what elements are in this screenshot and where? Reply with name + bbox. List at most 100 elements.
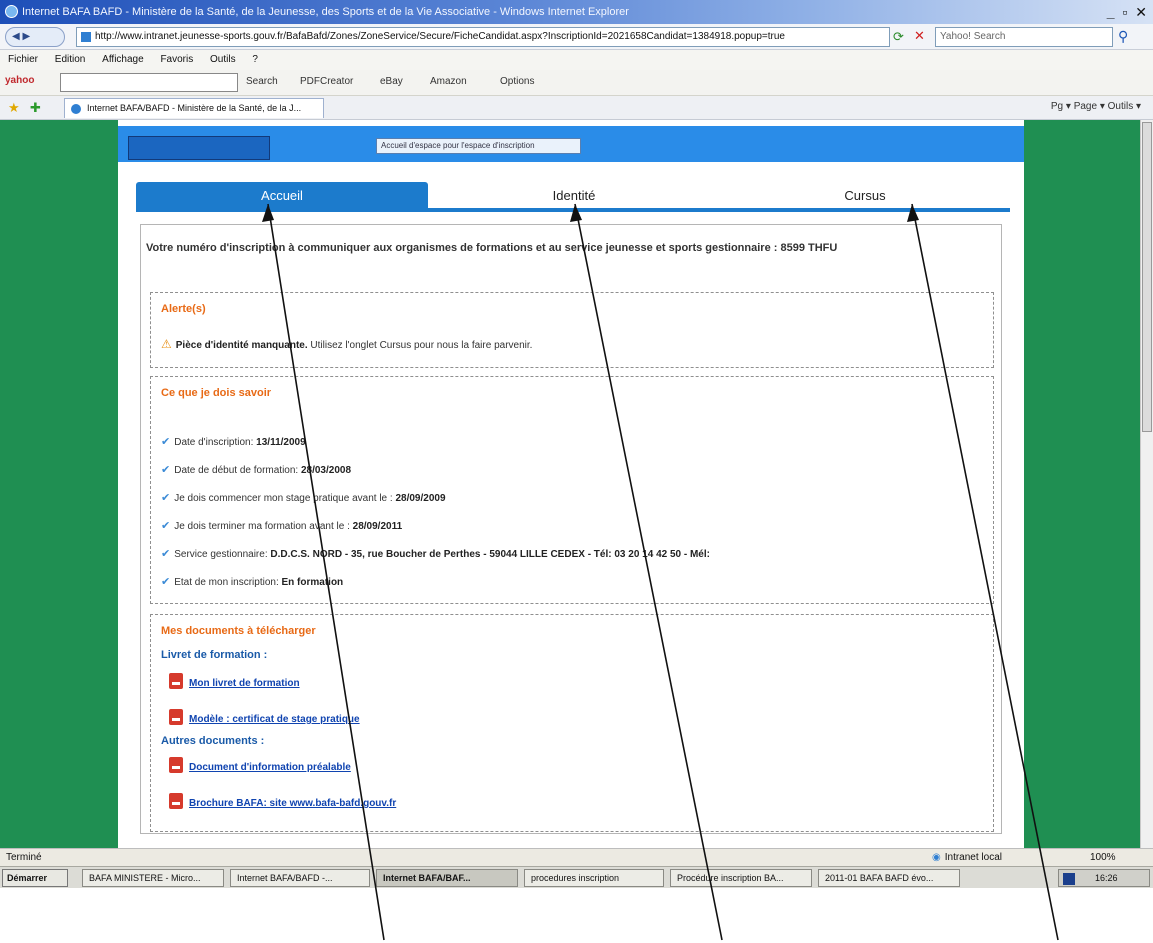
link-brochure-bafa[interactable]: Brochure BAFA: site www.bafa-bafd.gouv.f… [169,793,396,809]
info-etat: ✔ Etat de mon inscription: En formation [161,575,343,588]
security-zone: ◉ Intranet local [932,849,1002,866]
menu-favoris[interactable]: Favoris [160,54,193,65]
site-header: Accueil d'espace pour l'espace d'inscrip… [118,126,1024,162]
tab-favicon [71,104,81,114]
task-button-internet-bafa-1[interactable]: Internet BAFA/BAFD -... [230,869,370,887]
header-dropdown-value: Accueil d'espace pour l'espace d'inscrip… [381,141,535,150]
task-button-bafa-evolution[interactable]: 2011-01 BAFA BAFD évo... [818,869,960,887]
link-livret-formation[interactable]: Mon livret de formation [169,673,300,689]
search-input[interactable]: Yahoo! Search [935,27,1113,47]
alert-message-rest: Utilisez l'onglet Cursus pour nous la fa… [307,340,533,351]
info-date-inscription: ✔ Date d'inscription: 13/11/2009 [161,435,306,448]
link-certificat-stage[interactable]: Modèle : certificat de stage pratique [169,709,360,725]
alerts-box: Alerte(s) ⚠ Pièce d'identité manquante. U… [150,292,994,368]
task-button-bafa-ministere[interactable]: BAFA MINISTERE - Micro... [82,869,224,887]
menu-fichier[interactable]: Fichier [8,54,38,65]
pdf-icon [169,793,183,809]
url-text: http://www.intranet.jeunesse-sports.gouv… [95,31,785,42]
info-label: Date de début de formation: [174,465,301,476]
vertical-scrollbar[interactable] [1140,120,1153,848]
warning-icon: ⚠ [161,337,172,351]
back-forward-buttons[interactable]: ◀ ▶ [5,27,65,47]
search-icon[interactable]: ⚲ [1118,28,1128,45]
start-button[interactable]: Démarrer [2,869,68,887]
address-bar: ◀ ▶ http://www.intranet.jeunesse-sports.… [0,24,1153,50]
info-title: Ce que je dois savoir [161,387,272,399]
toolbar-search-button[interactable]: Search [246,76,278,87]
task-button-internet-bafa-2[interactable]: Internet BAFA/BAF... [376,869,518,887]
toolbar-ebay[interactable]: eBay [380,76,403,87]
toolbar-search-input[interactable] [60,73,238,92]
autres-section-title: Autres documents : [161,735,265,747]
refresh-icon[interactable]: ⟳ [893,29,904,45]
alert-message: ⚠ Pièce d'identité manquante. Utilisez l'… [161,337,532,351]
alert-message-bold: Pièce d'identité manquante. [175,340,308,351]
info-bullet-icon: ✔ [161,492,171,504]
info-formation-fin: ✔ Je dois terminer ma formation avant le … [161,519,402,532]
info-date-debut: ✔ Date de début de formation: 28/03/2008 [161,463,351,476]
info-bullet-icon: ✔ [161,548,171,560]
pdf-icon [169,709,183,725]
info-bullet-icon: ✔ [161,436,171,448]
livret-section-title: Livret de formation : [161,649,268,661]
menu-affichage[interactable]: Affichage [102,54,144,65]
link-text: Modèle : certificat de stage pratique [189,714,360,725]
info-label: Etat de mon inscription: [174,577,282,588]
header-logo-block [128,136,270,160]
internet-explorer-icon [5,5,18,18]
task-button-procedures[interactable]: procedures inscription [524,869,664,887]
link-text: Mon livret de formation [189,678,300,689]
favorites-star-icon[interactable]: ★ [8,100,20,116]
link-text: Document d'information préalable [189,762,351,773]
tray-app-icon[interactable] [1063,873,1075,885]
window-title: Internet BAFA BAFD - Ministère de la San… [22,6,629,18]
info-bullet-icon: ✔ [161,464,171,476]
menu-edition[interactable]: Edition [55,54,86,65]
info-value: 28/09/2011 [352,521,403,532]
window-titlebar: Internet BAFA BAFD - Ministère de la San… [0,0,1153,24]
info-label: Je dois commencer mon stage pratique ava… [174,493,396,504]
menu-outils[interactable]: Outils [210,54,236,65]
alerts-title: Alerte(s) [161,303,206,315]
stop-icon[interactable]: ✕ [914,28,925,44]
toolbar-amazon[interactable]: Amazon [430,76,467,87]
task-button-procedure-inscription[interactable]: Procédure inscription BA... [670,869,812,887]
menu-help[interactable]: ? [252,54,258,65]
header-dropdown[interactable]: Accueil d'espace pour l'espace d'inscrip… [376,138,581,154]
info-label: Je dois terminer ma formation avant le : [174,521,353,532]
window-controls[interactable]: _ ▫ ✕ [1107,0,1149,24]
yahoo-toolbar: yahoo Search PDFCreator eBay Amazon Opti… [0,70,1153,96]
info-bullet-icon: ✔ [161,576,171,588]
browser-tab-title: Internet BAFA/BAFD - Ministère de la San… [87,103,302,113]
pdf-icon [169,673,183,689]
info-box: Ce que je dois savoir ✔ Date d'inscriptio… [150,376,994,604]
info-label: Date d'inscription: [174,437,257,448]
menu-bar: Fichier Edition Affichage Favoris Outils… [0,50,1153,70]
info-value: D.D.C.S. NORD - 35, rue Boucher de Perth… [270,549,710,560]
info-bullet-icon: ✔ [161,520,171,532]
add-favorite-icon[interactable]: ✚ [30,100,41,116]
zoom-level[interactable]: 100% [1090,849,1116,866]
command-bar[interactable]: Pg ▾ Page ▾ Outils ▾ [1051,101,1141,112]
info-service: ✔ Service gestionnaire: D.D.C.S. NORD - 3… [161,547,710,560]
info-value: En formation [281,577,344,588]
info-label: Service gestionnaire: [174,549,271,560]
scrollbar-thumb[interactable] [1142,122,1152,432]
browser-tab[interactable]: Internet BAFA/BAFD - Ministère de la San… [64,98,324,118]
system-tray: 16:26 [1058,869,1150,887]
globe-icon: ◉ [932,852,941,863]
windows-taskbar: Démarrer BAFA MINISTERE - Micro... Inter… [0,866,1153,888]
link-information-prealable[interactable]: Document d'information préalable [169,757,351,773]
documents-box: Mes documents à télécharger Livret de fo… [150,614,994,832]
page-content: Accueil d'espace pour l'espace d'inscrip… [118,120,1024,848]
toolbar-pdfcreator[interactable]: PDFCreator [300,76,353,87]
inscription-number-text: Votre numéro d'inscription à communiquer… [146,242,838,254]
toolbar-options[interactable]: Options [500,76,534,87]
url-field[interactable]: http://www.intranet.jeunesse-sports.gouv… [76,27,890,47]
tabs-underline [136,208,1010,212]
yahoo-logo[interactable]: yahoo [5,75,34,86]
status-text: Terminé [6,852,42,863]
status-bar: Terminé ◉ Intranet local 100% [0,848,1153,866]
link-text: Brochure BAFA: site www.bafa-bafd.gouv.f… [189,798,397,809]
pdf-icon [169,757,183,773]
